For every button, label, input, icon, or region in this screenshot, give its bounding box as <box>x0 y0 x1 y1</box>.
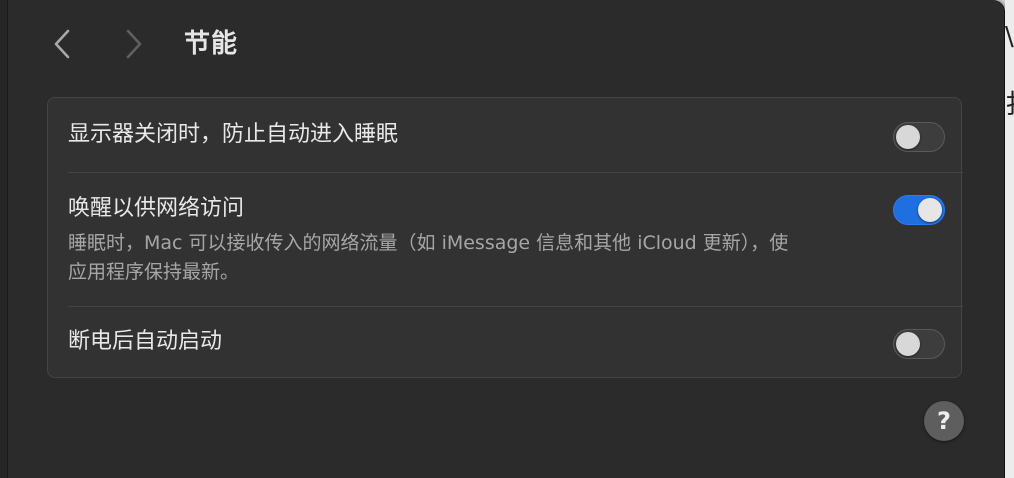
toggle-knob <box>896 125 920 149</box>
setting-description-wake-network: 睡眠时，Mac 可以接收传入的网络流量（如 iMessage 信息和其他 iCl… <box>68 229 878 287</box>
auto-start-toggle[interactable] <box>893 329 945 359</box>
prevent-sleep-toggle[interactable] <box>893 122 945 152</box>
settings-panel: 显示器关闭时，防止自动进入睡眠 唤醒以供网络访问 睡眠时，Mac 可以接收传入的… <box>47 97 963 378</box>
background-text-fragment: 扌 <box>1005 84 1014 121</box>
description-line-2: 应用程序保持最新。 <box>68 261 240 283</box>
setting-row-prevent-sleep: 显示器关闭时，防止自动进入睡眠 <box>48 98 961 172</box>
toggle-knob <box>918 198 942 222</box>
toolbar: 节能 <box>0 0 1004 90</box>
help-icon: ? <box>937 407 951 435</box>
background-text-fragment: \ <box>1005 22 1014 52</box>
toggle-knob <box>896 332 920 356</box>
description-line-1: 睡眠时，Mac 可以接收传入的网络流量（如 iMessage 信息和其他 iCl… <box>68 232 789 254</box>
chevron-right-icon <box>126 29 142 59</box>
settings-window: 节能 显示器关闭时，防止自动进入睡眠 唤醒以供网络访问 睡眠时，Mac 可以接收… <box>0 0 1005 478</box>
chevron-left-icon <box>54 29 70 59</box>
setting-row-wake-network: 唤醒以供网络访问 睡眠时，Mac 可以接收传入的网络流量（如 iMessage … <box>48 173 961 306</box>
forward-button[interactable] <box>118 28 150 60</box>
setting-label-auto-start: 断电后自动启动 <box>68 329 223 354</box>
background-window-fragment: \ 扌 <box>1005 0 1014 478</box>
help-button[interactable]: ? <box>924 401 964 441</box>
page-title: 节能 <box>184 29 239 59</box>
wake-network-toggle[interactable] <box>893 195 945 225</box>
setting-label-wake-network: 唤醒以供网络访问 <box>68 196 245 221</box>
setting-row-auto-start: 断电后自动启动 <box>48 307 961 377</box>
setting-label-prevent-sleep: 显示器关闭时，防止自动进入睡眠 <box>68 122 399 147</box>
back-button[interactable] <box>46 28 78 60</box>
